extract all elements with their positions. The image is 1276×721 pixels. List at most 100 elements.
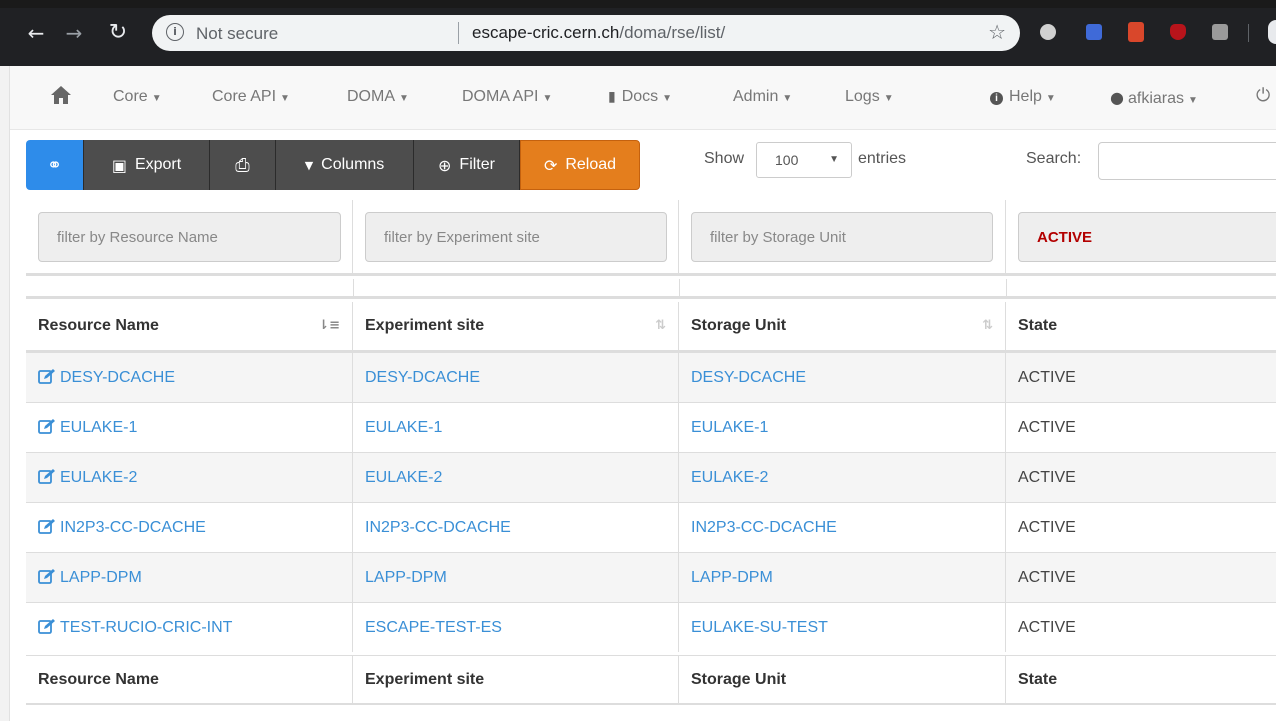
- columns-button[interactable]: ▼ Columns: [276, 140, 414, 190]
- resource-link[interactable]: TEST-RUCIO-CRIC-INT: [38, 618, 232, 637]
- header-storage-unit[interactable]: Storage Unit ⇅: [679, 302, 1006, 350]
- extension-icon[interactable]: [1040, 24, 1056, 40]
- show-label: Show: [704, 150, 745, 167]
- header-state[interactable]: State: [1006, 302, 1276, 350]
- storage-link-text: IN2P3-CC-DCACHE: [691, 518, 837, 536]
- print-icon: ⎙: [235, 154, 250, 176]
- entries-label: entries: [858, 150, 907, 167]
- filter-cell: ACTIVE: [1006, 200, 1276, 276]
- browser-chrome: ← → ↻ i Not secure escape-cric.cern.ch/d…: [0, 0, 1276, 66]
- url-text[interactable]: escape-cric.cern.ch/doma/rse/list/: [472, 23, 725, 43]
- nav-admin-label: Admin: [733, 88, 779, 105]
- site-link[interactable]: EULAKE-2: [365, 469, 442, 487]
- export-button[interactable]: ▣ Export: [84, 140, 210, 190]
- nav-help-label: Help: [1009, 88, 1042, 105]
- search-label: Search:: [1026, 150, 1082, 167]
- storage-link[interactable]: EULAKE-SU-TEST: [691, 619, 828, 637]
- print-button[interactable]: ⎙: [210, 140, 276, 190]
- site-link-text: IN2P3-CC-DCACHE: [365, 518, 511, 536]
- home-icon[interactable]: [50, 84, 72, 106]
- ublock-icon[interactable]: [1170, 24, 1186, 40]
- caret-down-icon: ▼: [280, 93, 290, 104]
- storage-link-text: DESY-DCACHE: [691, 368, 806, 386]
- header-resource-name[interactable]: Resource Name ⇂≡: [26, 302, 353, 350]
- toolbar-separator: [1248, 24, 1249, 42]
- nav-logs[interactable]: Logs ▼: [845, 88, 894, 106]
- nav-help[interactable]: i Help ▼: [990, 88, 1056, 106]
- filter-storage-input[interactable]: filter by Storage Unit: [691, 212, 993, 262]
- site-link-text: LAPP-DPM: [365, 568, 447, 586]
- site-link[interactable]: ESCAPE-TEST-ES: [365, 619, 502, 637]
- filter-resource-input[interactable]: filter by Resource Name: [38, 212, 341, 262]
- nav-core[interactable]: Core ▼: [113, 88, 162, 106]
- site-link[interactable]: LAPP-DPM: [365, 569, 447, 587]
- download-box-icon: ▣: [111, 155, 127, 175]
- nav-core-api[interactable]: Core API ▼: [212, 88, 290, 106]
- caret-down-icon: ▼: [1188, 95, 1198, 106]
- cell-resource: EULAKE-2: [26, 453, 353, 502]
- resource-link[interactable]: IN2P3-CC-DCACHE: [38, 518, 206, 537]
- reload-page-icon[interactable]: ↻: [106, 18, 130, 48]
- refresh-icon: ⟳: [543, 155, 558, 175]
- storage-link[interactable]: LAPP-DPM: [691, 569, 773, 587]
- nav-doma-api[interactable]: DOMA API ▼: [462, 88, 552, 106]
- profile-avatar[interactable]: [1268, 20, 1276, 44]
- nav-docs[interactable]: ▮ Docs ▼: [608, 88, 672, 106]
- resource-link[interactable]: LAPP-DPM: [38, 568, 142, 587]
- sort-icon: ⇅: [655, 318, 666, 333]
- info-icon[interactable]: i: [166, 23, 184, 41]
- cell-resource: IN2P3-CC-DCACHE: [26, 503, 353, 552]
- resource-link[interactable]: EULAKE-2: [38, 468, 137, 487]
- nav-logs-label: Logs: [845, 88, 880, 105]
- back-arrow-icon[interactable]: ←: [24, 18, 48, 48]
- state-value: ACTIVE: [1018, 468, 1076, 486]
- state-value: ACTIVE: [1018, 518, 1076, 536]
- storage-link-text: EULAKE-SU-TEST: [691, 618, 828, 636]
- nav-doma[interactable]: DOMA ▼: [347, 88, 409, 106]
- puzzle-extension-icon[interactable]: [1212, 24, 1228, 40]
- storage-link[interactable]: DESY-DCACHE: [691, 369, 806, 387]
- header-experiment-site[interactable]: Experiment site ⇅: [353, 302, 679, 350]
- info-circle-icon: i: [990, 92, 1003, 105]
- resource-link-text: DESY-DCACHE: [60, 369, 175, 386]
- power-icon[interactable]: ⏻: [1256, 85, 1270, 106]
- link-button[interactable]: ⚭: [26, 140, 84, 190]
- cell-storage: EULAKE-2: [679, 453, 1006, 502]
- page-size-select[interactable]: 100 ▼: [756, 142, 852, 178]
- nav-admin[interactable]: Admin ▼: [733, 88, 792, 106]
- zoom-in-icon: ⊕: [438, 155, 452, 175]
- sort-asc-icon: ⇂≡: [318, 318, 340, 333]
- nav-docs-label: Docs: [621, 88, 659, 105]
- header-experiment-site-label: Experiment site: [365, 317, 485, 334]
- address-bar[interactable]: i Not secure escape-cric.cern.ch/doma/rs…: [152, 15, 1020, 51]
- state-value: ACTIVE: [1018, 568, 1076, 586]
- reload-button[interactable]: ⟳ Reload: [520, 140, 640, 190]
- storage-link[interactable]: EULAKE-2: [691, 469, 768, 487]
- site-link[interactable]: IN2P3-CC-DCACHE: [365, 519, 511, 537]
- filter-site-input[interactable]: filter by Experiment site: [365, 212, 667, 262]
- cell-storage: EULAKE-SU-TEST: [679, 603, 1006, 652]
- bookmark-extension-icon[interactable]: [1128, 22, 1144, 42]
- site-link[interactable]: EULAKE-1: [365, 419, 442, 437]
- caret-down-icon: ▼: [151, 93, 162, 104]
- storage-link[interactable]: IN2P3-CC-DCACHE: [691, 519, 837, 537]
- user-icon: ●: [1110, 88, 1124, 107]
- forward-arrow-icon[interactable]: →: [62, 18, 86, 48]
- state-value: ACTIVE: [1018, 368, 1076, 386]
- filter-button[interactable]: ⊕ Filter: [414, 140, 520, 190]
- edit-icon: [38, 519, 55, 534]
- page-left-edge: [0, 66, 10, 721]
- storage-link[interactable]: EULAKE-1: [691, 419, 768, 437]
- bookmark-star-icon[interactable]: ☆: [988, 20, 1006, 44]
- filter-state-select[interactable]: ACTIVE: [1018, 212, 1276, 262]
- state-value: ACTIVE: [1018, 618, 1076, 636]
- nav-user[interactable]: ● afkiaras ▼: [1110, 88, 1198, 108]
- download-extension-icon[interactable]: [1086, 24, 1102, 40]
- search-input[interactable]: [1098, 142, 1276, 180]
- site-link[interactable]: DESY-DCACHE: [365, 369, 480, 387]
- nav-core-api-label: Core API: [212, 88, 277, 105]
- cell-resource: EULAKE-1: [26, 403, 353, 452]
- cell-state: ACTIVE: [1006, 603, 1276, 652]
- resource-link[interactable]: DESY-DCACHE: [38, 368, 175, 387]
- resource-link[interactable]: EULAKE-1: [38, 418, 137, 437]
